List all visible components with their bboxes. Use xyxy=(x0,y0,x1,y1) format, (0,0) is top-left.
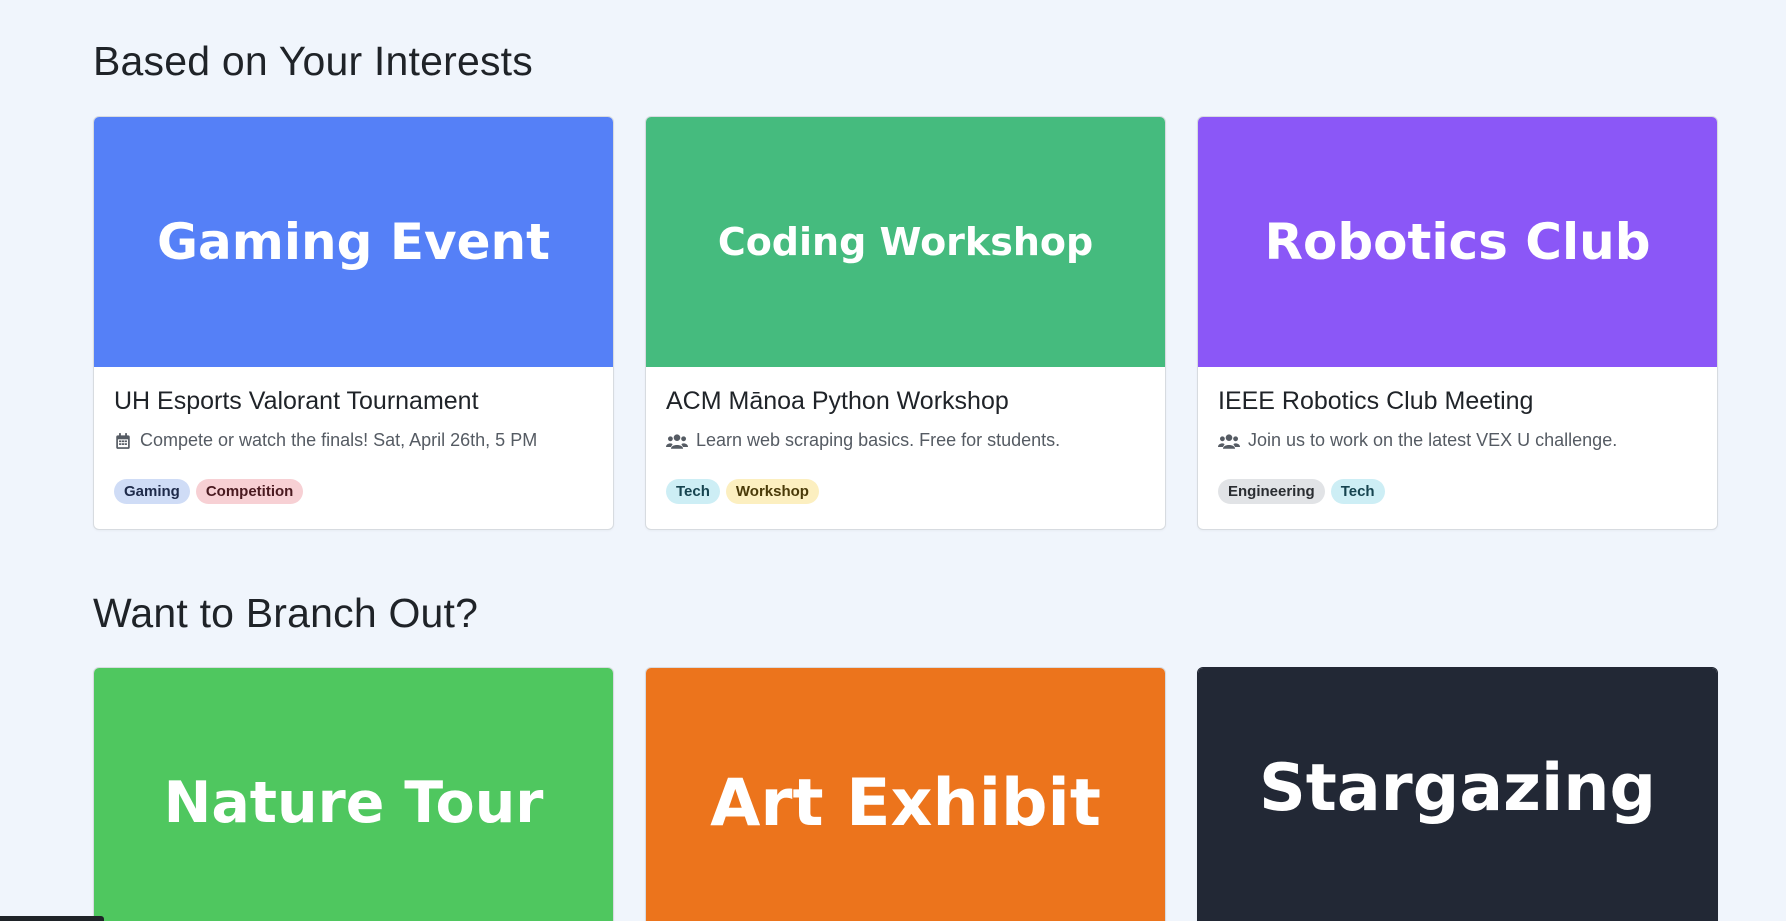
bottom-left-bar xyxy=(0,916,104,921)
tag-badge[interactable]: Gaming xyxy=(114,479,190,504)
users-icon xyxy=(1218,433,1240,449)
description-text: Compete or watch the finals! Sat, April … xyxy=(140,430,538,450)
users-icon xyxy=(666,433,688,449)
card-banner: Stargazing xyxy=(1198,668,1717,921)
branch-out-card-grid: Nature Tour Art Exhibit Stargazing xyxy=(93,667,1718,921)
description-text: Join us to work on the latest VEX U chal… xyxy=(1248,430,1618,450)
card-title: IEEE Robotics Club Meeting xyxy=(1218,387,1534,415)
card-banner: Robotics Club xyxy=(1198,117,1717,367)
tag-badge[interactable]: Tech xyxy=(666,479,720,504)
card-body: ACM Mānoa Python Workshop Learn web scra… xyxy=(646,367,1165,504)
banner-text: Robotics Club xyxy=(1264,213,1651,271)
calendar-icon xyxy=(116,432,130,449)
card-title: UH Esports Valorant Tournament xyxy=(114,387,479,415)
event-card-stargazing[interactable]: Stargazing xyxy=(1197,667,1718,921)
tag-badge[interactable]: Workshop xyxy=(725,479,819,504)
banner-text: Coding Workshop xyxy=(717,220,1094,264)
card-description: Compete or watch the finals! Sat, April … xyxy=(114,430,593,451)
interests-card-grid: Gaming Event UH Esports Valorant Tournam… xyxy=(93,116,1718,530)
section-title-interests: Based on Your Interests xyxy=(93,38,533,84)
tag-list: Tech Workshop xyxy=(666,479,1145,504)
tag-list: Gaming Competition xyxy=(114,479,593,504)
card-body: UH Esports Valorant Tournament Compete o… xyxy=(94,367,613,504)
tag-badge[interactable]: Engineering xyxy=(1218,479,1325,504)
event-card-robotics[interactable]: Robotics Club IEEE Robotics Club Meeting… xyxy=(1197,116,1718,530)
card-banner: Nature Tour xyxy=(94,668,613,921)
card-banner: Coding Workshop xyxy=(646,117,1165,367)
card-description: Learn web scraping basics. Free for stud… xyxy=(666,430,1145,451)
banner-text: Gaming Event xyxy=(157,213,550,271)
banner-text: Stargazing xyxy=(1258,751,1657,826)
tag-badge[interactable]: Tech xyxy=(1330,479,1385,504)
tag-badge[interactable]: Competition xyxy=(195,479,304,504)
card-banner: Art Exhibit xyxy=(646,668,1165,921)
card-description: Join us to work on the latest VEX U chal… xyxy=(1218,430,1697,451)
event-card-gaming[interactable]: Gaming Event UH Esports Valorant Tournam… xyxy=(93,116,614,530)
event-card-nature[interactable]: Nature Tour xyxy=(93,667,614,921)
section-title-branch-out: Want to Branch Out? xyxy=(93,590,479,636)
tag-list: Engineering Tech xyxy=(1218,479,1697,504)
description-text: Learn web scraping basics. Free for stud… xyxy=(696,430,1061,450)
card-body: IEEE Robotics Club Meeting Join us to wo… xyxy=(1198,367,1717,504)
card-title: ACM Mānoa Python Workshop xyxy=(666,387,1009,415)
event-card-art[interactable]: Art Exhibit xyxy=(645,667,1166,921)
event-card-coding[interactable]: Coding Workshop ACM Mānoa Python Worksho… xyxy=(645,116,1166,530)
banner-text: Nature Tour xyxy=(163,769,544,836)
page: Based on Your Interests Gaming Event UH … xyxy=(0,0,1786,921)
banner-text: Art Exhibit xyxy=(710,765,1101,841)
card-banner: Gaming Event xyxy=(94,117,613,367)
